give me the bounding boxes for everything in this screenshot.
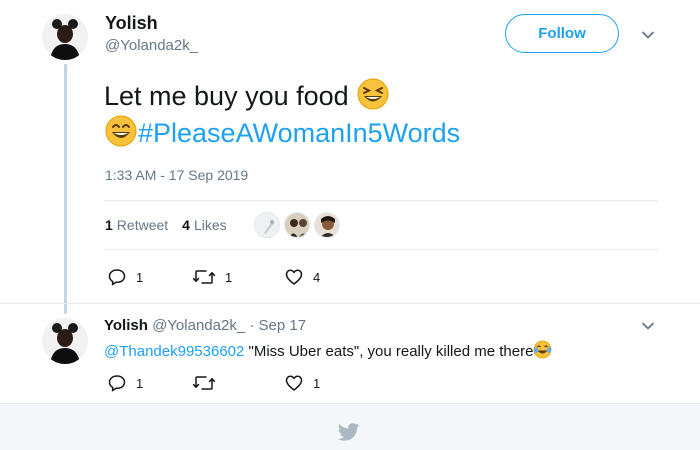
heart-icon	[285, 269, 303, 285]
liker-avatars	[254, 212, 340, 238]
tears-of-joy-emoji	[533, 340, 552, 363]
engagement-stats: 1 Retweet 4 Likes	[105, 217, 227, 233]
reply-date[interactable]: · Sep 17	[249, 317, 306, 334]
tweet-text: Let me buy you food	[104, 81, 349, 111]
retweet-stat-label: Retweet	[116, 217, 169, 233]
thread-connector-line	[64, 64, 67, 314]
reply-button[interactable]: 1	[108, 268, 143, 286]
retweet-icon	[193, 376, 215, 390]
retweet-count: 1	[225, 269, 233, 285]
tweet-text-line2: #PleaseAWomanIn5Words	[104, 114, 460, 158]
reply-text: @Thandek99536602 "Miss Uber eats", you r…	[104, 340, 552, 363]
hashtag-link[interactable]: #PleaseAWomanIn5Words	[138, 118, 460, 148]
reply-author-name[interactable]: Yolish	[104, 317, 148, 334]
like-stat-count: 4	[182, 217, 190, 233]
divider	[104, 200, 658, 201]
reply-count: 1	[136, 269, 144, 285]
like-button[interactable]: 4	[285, 268, 320, 286]
heart-icon	[285, 375, 303, 391]
author-name[interactable]: Yolish	[105, 13, 158, 34]
like-count: 1	[313, 375, 321, 391]
chevron-down-icon[interactable]	[641, 319, 655, 333]
reply-icon	[108, 269, 126, 286]
chevron-down-icon[interactable]	[641, 28, 655, 42]
retweet-button[interactable]: 1	[193, 268, 232, 286]
author-handle[interactable]: @Yolanda2k_	[105, 37, 198, 54]
liker-avatar[interactable]	[254, 212, 280, 238]
tweet-timestamp[interactable]: 1:33 AM - 17 Sep 2019	[105, 167, 248, 183]
like-stat-label: Likes	[193, 217, 227, 233]
mention-link[interactable]: @Thandek99536602	[104, 343, 244, 360]
liker-avatar[interactable]	[284, 212, 310, 238]
reply-author-handle[interactable]: @Yolanda2k_	[152, 317, 245, 334]
reply-header: Yolish @Yolanda2k_ · Sep 17	[104, 317, 306, 334]
divider	[0, 303, 700, 304]
like-count: 4	[313, 269, 321, 285]
reply-button[interactable]: 1	[108, 374, 143, 392]
grinning-smile-emoji	[104, 114, 138, 158]
reply-count: 1	[136, 375, 144, 391]
retweet-icon	[193, 270, 215, 284]
footer	[0, 403, 700, 450]
follow-button[interactable]: Follow	[505, 14, 619, 53]
reply-icon	[108, 375, 126, 392]
avatar[interactable]	[42, 14, 88, 60]
retweet-stat[interactable]: 1 Retweet	[105, 217, 168, 233]
like-button[interactable]: 1	[285, 374, 320, 392]
reply-body: "Miss Uber eats", you really killed me t…	[244, 343, 534, 360]
retweet-button[interactable]	[193, 374, 215, 392]
retweet-stat-count: 1	[105, 217, 113, 233]
liker-avatar[interactable]	[314, 212, 340, 238]
like-stat[interactable]: 4 Likes	[182, 217, 226, 233]
divider	[104, 249, 658, 250]
avatar[interactable]	[42, 318, 88, 364]
twitter-bird-icon[interactable]	[338, 423, 360, 441]
